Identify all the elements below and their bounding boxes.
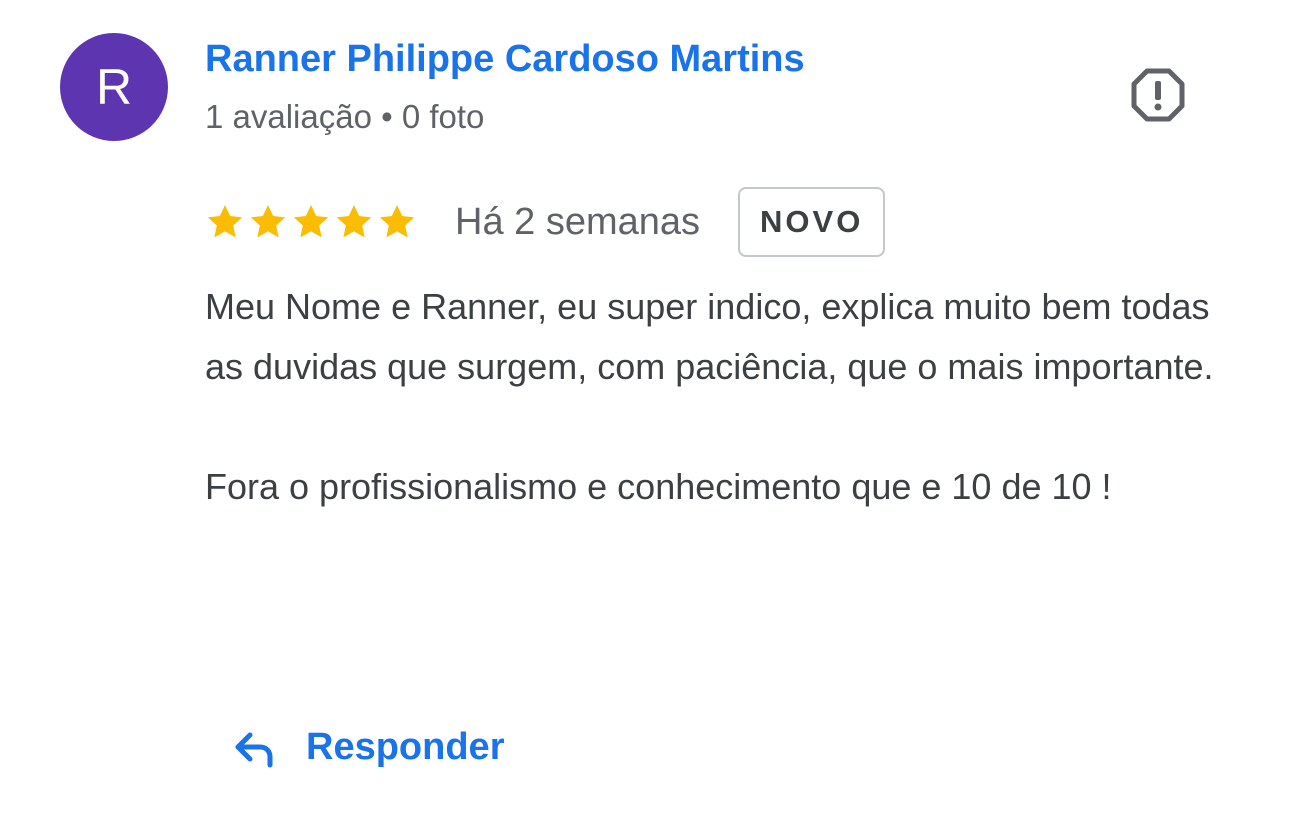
- star-icon: [250, 205, 286, 238]
- reviewer-name[interactable]: Ranner Philippe Cardoso Martins: [205, 38, 805, 81]
- reply-icon: [230, 723, 306, 771]
- reply-label: Responder: [306, 725, 505, 768]
- star-icon: [293, 205, 329, 238]
- review-paragraph: Fora o profissionalismo e conhecimento q…: [205, 466, 1112, 507]
- review-text: Meu Nome e Ranner, eu super indico, expl…: [205, 277, 1245, 517]
- review-time: Há 2 semanas: [455, 200, 701, 243]
- star-rating: [205, 202, 417, 242]
- reply-button[interactable]: Responder: [230, 712, 504, 782]
- report-icon[interactable]: [1128, 65, 1188, 125]
- star-icon: [379, 205, 415, 238]
- new-badge: NOVO: [738, 187, 886, 257]
- rating-row: Há 2 semanas NOVO: [205, 186, 886, 258]
- reviewer-meta: 1 avaliação • 0 foto: [205, 98, 485, 135]
- review-paragraph: Meu Nome e Ranner, eu super indico, expl…: [205, 286, 1214, 387]
- avatar[interactable]: R: [60, 33, 168, 141]
- avatar-letter: R: [95, 59, 133, 115]
- star-icon: [336, 205, 372, 238]
- star-icon: [207, 205, 243, 238]
